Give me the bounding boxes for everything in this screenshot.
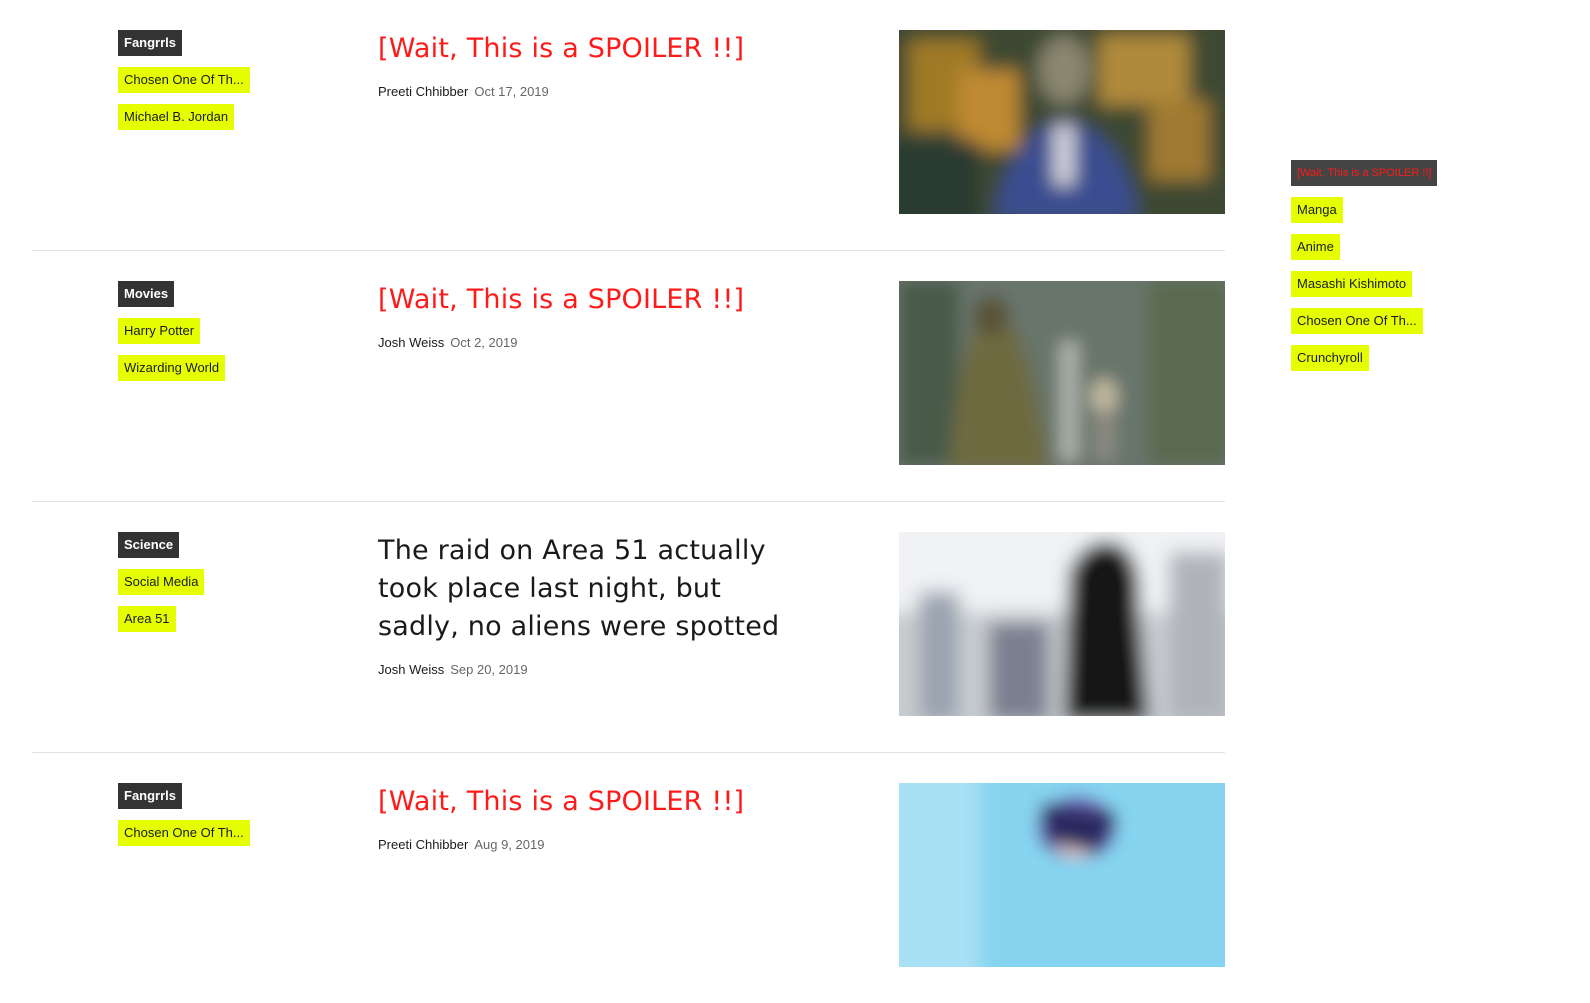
thumbnail-image <box>899 281 1225 465</box>
article-headline[interactable]: [Wait, This is a SPOILER !!] <box>378 30 808 68</box>
article-tags: Science Social Media Area 51 <box>118 532 205 632</box>
article-card: Science Social Media Area 51 The raid on… <box>32 502 1225 753</box>
tag[interactable]: Chosen One Of Th... <box>118 820 250 846</box>
article-headline[interactable]: [Wait, This is a SPOILER !!] <box>378 281 808 319</box>
publish-date: Aug 9, 2019 <box>474 837 545 852</box>
article-feed: Fangrrls Chosen One Of Th... Michael B. … <box>32 0 1225 1003</box>
thumbnail-image <box>899 30 1225 214</box>
article-card: Movies Harry Potter Wizarding World [Wai… <box>32 251 1225 502</box>
publish-date: Oct 17, 2019 <box>474 84 549 99</box>
article-text: [Wait, This is a SPOILER !!] Preeti Chhi… <box>378 783 808 854</box>
tag[interactable]: Chosen One Of Th... <box>118 67 250 93</box>
article-tags: Movies Harry Potter Wizarding World <box>118 281 226 381</box>
tag[interactable]: Michael B. Jordan <box>118 104 235 130</box>
article-thumbnail[interactable] <box>899 30 1225 214</box>
article-card: Fangrrls Chosen One Of Th... Michael B. … <box>32 0 1225 251</box>
article-card: Fangrrls Chosen One Of Th... [Wait, This… <box>32 753 1225 1003</box>
sidebar-tag[interactable]: Crunchyroll <box>1291 345 1369 371</box>
article-thumbnail[interactable] <box>899 532 1225 716</box>
article-headline[interactable]: The raid on Area 51 actually took place … <box>378 532 808 646</box>
thumbnail-image <box>899 532 1225 716</box>
tag[interactable]: Wizarding World <box>118 355 226 381</box>
tag-category[interactable]: Fangrrls <box>118 783 183 809</box>
article-tags: Fangrrls Chosen One Of Th... <box>118 783 250 846</box>
article-thumbnail[interactable] <box>899 783 1225 967</box>
publish-date: Sep 20, 2019 <box>450 662 528 677</box>
sidebar-tag[interactable]: Masashi Kishimoto <box>1291 271 1413 297</box>
tag-category[interactable]: Movies <box>118 281 175 307</box>
tag[interactable]: Harry Potter <box>118 318 201 344</box>
sidebar-tag[interactable]: Anime <box>1291 234 1340 260</box>
article-text: [Wait, This is a SPOILER !!] Josh Weiss O… <box>378 281 808 352</box>
article-thumbnail[interactable] <box>899 281 1225 465</box>
sidebar-tag[interactable]: Manga <box>1291 197 1343 223</box>
sidebar-tag[interactable]: Chosen One Of Th... <box>1291 308 1423 334</box>
byline: Preeti Chhibber Oct 17, 2019 <box>378 83 808 101</box>
author-link[interactable]: Preeti Chhibber <box>378 84 468 99</box>
article-tags: Fangrrls Chosen One Of Th... Michael B. … <box>118 30 250 130</box>
author-link[interactable]: Preeti Chhibber <box>378 837 468 852</box>
tag[interactable]: Area 51 <box>118 606 176 632</box>
sidebar-tag-spoiler[interactable]: [Wait, This is a SPOILER !!] <box>1291 160 1438 186</box>
byline: Preeti Chhibber Aug 9, 2019 <box>378 836 808 854</box>
publish-date: Oct 2, 2019 <box>450 335 518 350</box>
byline: Josh Weiss Sep 20, 2019 <box>378 661 808 679</box>
author-link[interactable]: Josh Weiss <box>378 662 444 677</box>
article-headline[interactable]: [Wait, This is a SPOILER !!] <box>378 783 808 821</box>
tag-category[interactable]: Fangrrls <box>118 30 183 56</box>
sidebar-related-tags: [Wait, This is a SPOILER !!] Manga Anime… <box>1291 160 1438 371</box>
thumbnail-image <box>899 783 1225 967</box>
tag-category[interactable]: Science <box>118 532 180 558</box>
article-text: [Wait, This is a SPOILER !!] Preeti Chhi… <box>378 30 808 101</box>
tag[interactable]: Social Media <box>118 569 205 595</box>
article-text: The raid on Area 51 actually took place … <box>378 532 808 679</box>
author-link[interactable]: Josh Weiss <box>378 335 444 350</box>
byline: Josh Weiss Oct 2, 2019 <box>378 334 808 352</box>
